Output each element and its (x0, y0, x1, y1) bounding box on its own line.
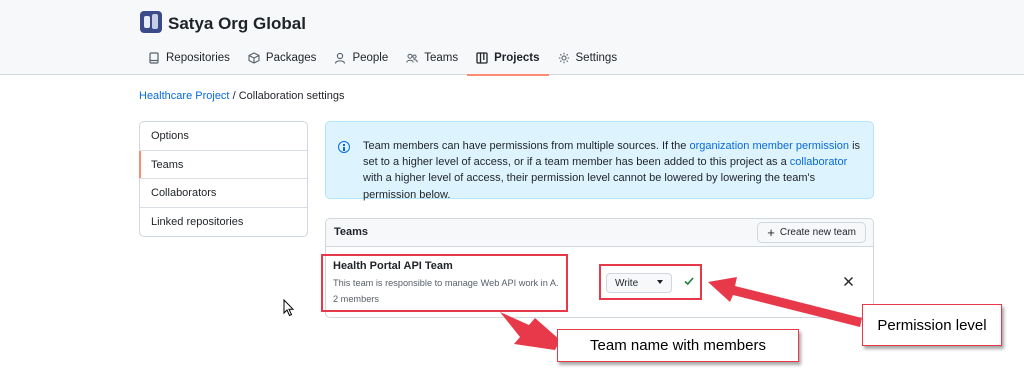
mouse-cursor-icon (283, 299, 295, 317)
arrow-to-team (500, 312, 560, 350)
permission-annotation-label: Permission level (862, 304, 1002, 346)
arrow-to-permission (708, 277, 862, 327)
team-annotation-label: Team name with members (557, 329, 799, 362)
